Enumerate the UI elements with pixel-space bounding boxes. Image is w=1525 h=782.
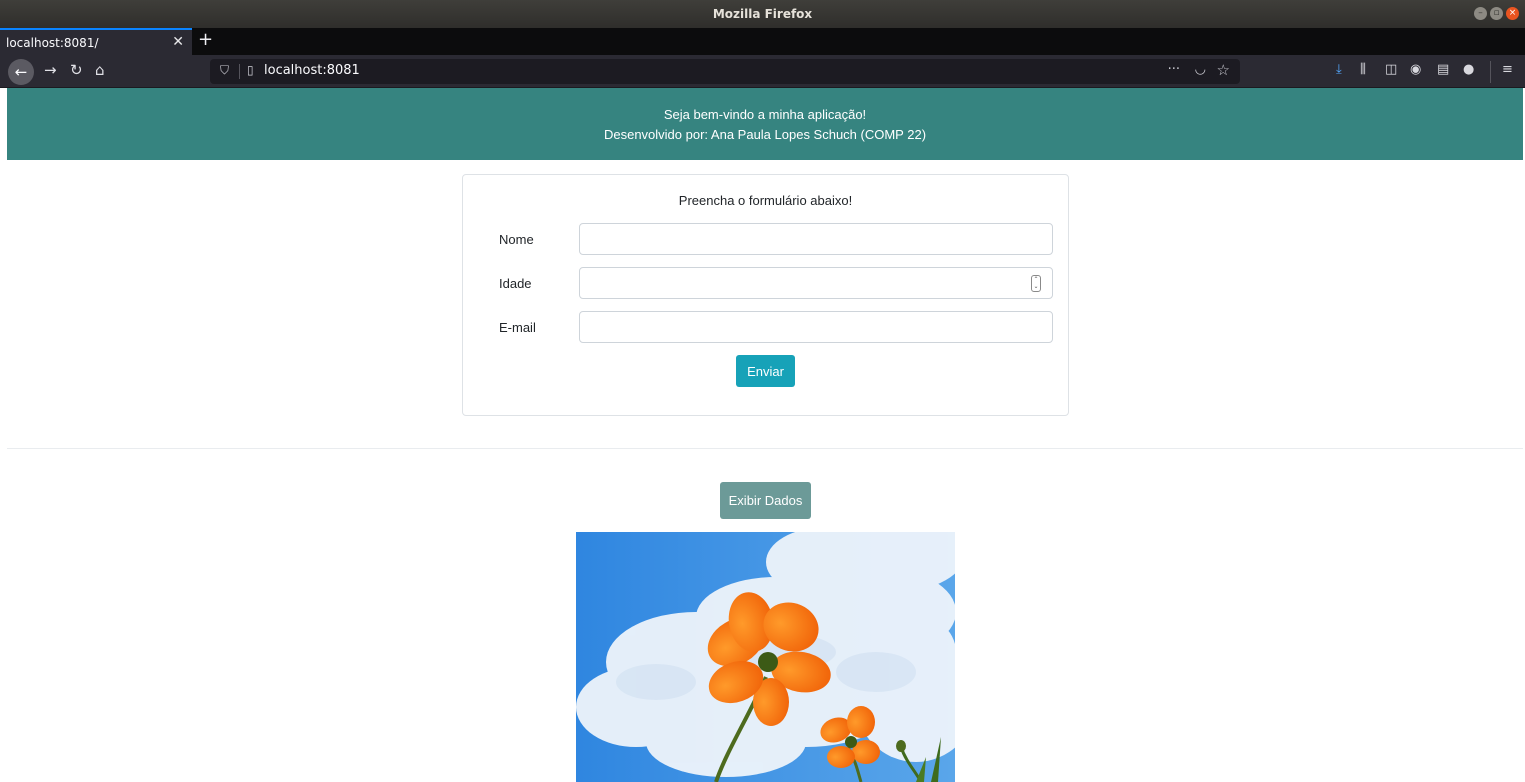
- age-label: Idade: [499, 276, 532, 291]
- age-input[interactable]: ⌃ ⌄: [579, 267, 1053, 299]
- url-separator: [239, 64, 240, 79]
- url-bar[interactable]: ⛉ ▯ localhost:8081 ··· ◡ ☆: [210, 59, 1240, 84]
- flower-image: [576, 532, 955, 782]
- pocket-icon[interactable]: ◡: [1195, 62, 1206, 77]
- back-icon[interactable]: ←: [8, 59, 34, 85]
- form-card: Preencha o formulário abaixo! Nome Idade…: [462, 174, 1069, 416]
- email-label: E-mail: [499, 320, 536, 335]
- extension-icon[interactable]: ●: [1463, 62, 1474, 77]
- account-icon[interactable]: ◉: [1410, 62, 1421, 77]
- window-controls: – ▫ ×: [1474, 7, 1519, 20]
- page-actions-icon[interactable]: ···: [1168, 62, 1180, 77]
- name-label: Nome: [499, 232, 534, 247]
- url-text[interactable]: localhost:8081: [264, 63, 360, 78]
- nav-toolbar: ← → ↻ ⌂ ⛉ ▯ localhost:8081 ··· ◡ ☆ ⤓ ⫼ ◫…: [0, 55, 1525, 88]
- page-header: Seja bem-vindo a minha aplicação! Desenv…: [7, 88, 1523, 160]
- home-icon[interactable]: ⌂: [95, 61, 105, 79]
- email-input[interactable]: [579, 311, 1053, 343]
- tab-title: localhost:8081/: [6, 35, 99, 50]
- new-tab-icon[interactable]: +: [198, 29, 213, 50]
- sidebar-icon[interactable]: ◫: [1385, 62, 1397, 77]
- window-title: Mozilla Firefox: [712, 7, 813, 21]
- window-titlebar: Mozilla Firefox – ▫ ×: [0, 0, 1525, 28]
- library-icon[interactable]: ⫼: [1360, 62, 1366, 77]
- reload-icon[interactable]: ↻: [70, 61, 83, 79]
- minimize-icon[interactable]: –: [1474, 7, 1487, 20]
- reader-icon[interactable]: ▤: [1437, 62, 1449, 77]
- close-tab-icon[interactable]: ✕: [172, 34, 184, 50]
- maximize-icon[interactable]: ▫: [1490, 7, 1503, 20]
- submit-button[interactable]: Enviar: [736, 355, 795, 387]
- close-window-icon[interactable]: ×: [1506, 7, 1519, 20]
- tab-active[interactable]: localhost:8081/ ✕: [0, 28, 192, 55]
- tab-strip: localhost:8081/ ✕ +: [0, 28, 1525, 55]
- form-title: Preencha o formulário abaixo!: [678, 193, 853, 208]
- welcome-text: Seja bem-vindo a minha aplicação!: [663, 107, 867, 122]
- divider: [7, 448, 1523, 449]
- number-spinner-icon[interactable]: ⌃ ⌄: [1031, 275, 1041, 292]
- show-data-button[interactable]: Exibir Dados: [720, 482, 811, 519]
- forward-icon[interactable]: →: [44, 61, 57, 79]
- developer-text: Desenvolvido por: Ana Paula Lopes Schuch…: [603, 127, 927, 142]
- page-info-icon[interactable]: ▯: [247, 63, 254, 77]
- toolbar-separator: [1490, 61, 1491, 83]
- download-icon[interactable]: ⤓: [1336, 62, 1342, 77]
- name-input[interactable]: [579, 223, 1053, 255]
- menu-icon[interactable]: ≡: [1502, 62, 1513, 77]
- tracking-shield-icon[interactable]: ⛉: [220, 63, 229, 78]
- bookmark-star-icon[interactable]: ☆: [1217, 61, 1230, 79]
